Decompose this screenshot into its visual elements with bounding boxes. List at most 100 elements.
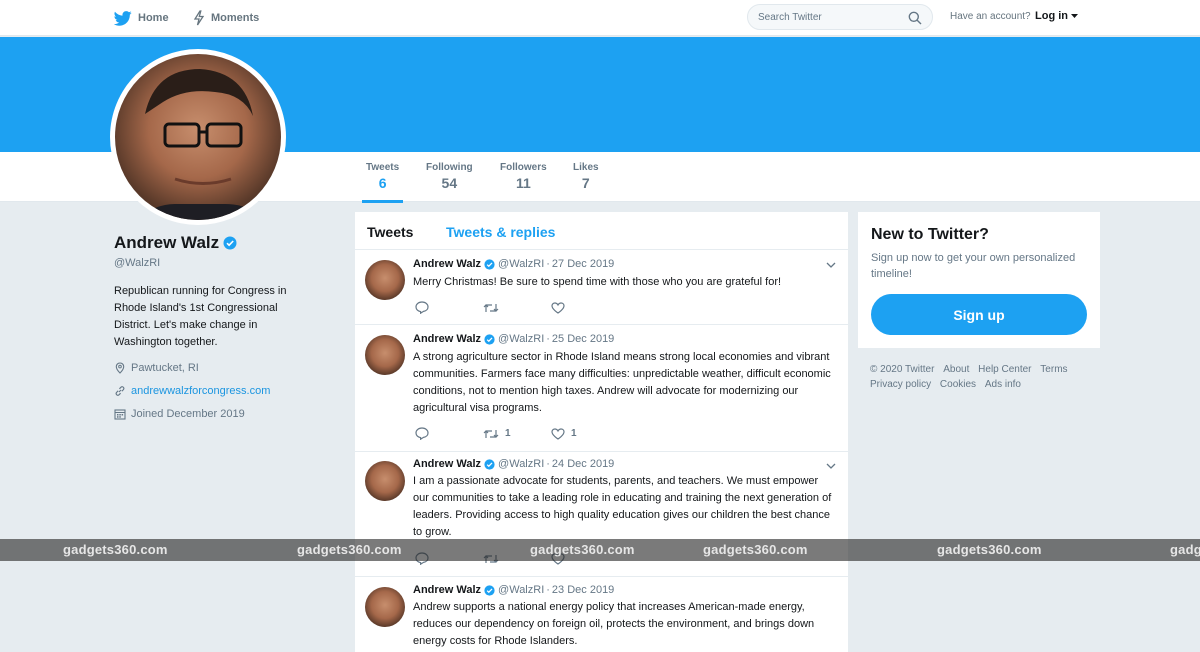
tweet-separator: · <box>546 333 550 345</box>
signup-subtitle: Sign up now to get your own personalized… <box>871 252 1076 280</box>
footer-links: © 2020 Twitter About Help Center Terms P… <box>870 362 1090 392</box>
heart-icon <box>551 427 565 440</box>
retweet-button[interactable] <box>483 302 551 314</box>
avatar-photo <box>115 54 281 220</box>
retweet-icon <box>483 429 499 438</box>
footer-link-about[interactable]: About <box>943 362 969 377</box>
tweet-actions <box>415 301 619 314</box>
watermark-text: gadgets360.com <box>63 542 168 557</box>
tweet-date[interactable]: 24 Dec 2019 <box>552 458 614 470</box>
watermark-text: gadgets360.com <box>530 542 635 557</box>
footer-link-terms[interactable]: Terms <box>1040 362 1067 377</box>
profile-name: Andrew Walz <box>114 233 237 253</box>
watermark-text: gadgets360.com <box>297 542 402 557</box>
chevron-down-icon[interactable] <box>826 262 836 269</box>
tweet-author-name[interactable]: Andrew Walz <box>413 333 481 345</box>
avatar-portrait-icon <box>135 69 265 220</box>
stat-tweets[interactable]: Tweets 6 <box>361 162 404 203</box>
timeline-tabs: Tweets Tweets & replies <box>355 212 848 250</box>
like-button[interactable] <box>551 301 619 314</box>
tweet-handle: @WalzRI <box>498 258 545 270</box>
search-icon[interactable] <box>908 11 922 25</box>
login-label: Log in <box>1035 10 1068 22</box>
stat-value: 11 <box>515 175 531 191</box>
joined-text: Joined December 2019 <box>131 408 245 420</box>
top-nav: Home Moments Have an account? Log in <box>0 0 1200 36</box>
heart-icon <box>551 301 565 314</box>
tweet-header: Andrew Walz @WalzRI · 25 Dec 2019 <box>413 333 614 345</box>
stat-likes[interactable]: Likes 7 <box>573 162 599 191</box>
caret-down-icon <box>1071 14 1079 18</box>
search-input[interactable] <box>758 11 898 23</box>
footer-link-help[interactable]: Help Center <box>978 362 1031 377</box>
tweet[interactable]: Andrew Walz @WalzRI · 27 Dec 2019 Merry … <box>355 250 848 325</box>
signup-card: New to Twitter? Sign up now to get your … <box>858 212 1100 348</box>
retweet-count: 1 <box>505 428 511 439</box>
profile-location: Pawtucket, RI <box>114 362 199 374</box>
tab-tweets-replies[interactable]: Tweets & replies <box>446 224 555 240</box>
profile-handle: @WalzRI <box>114 257 161 269</box>
tweet-actions: 1 1 <box>415 427 619 440</box>
stat-label: Likes <box>573 162 599 173</box>
stat-label: Followers <box>500 162 547 173</box>
tweet-header: Andrew Walz @WalzRI · 23 Dec 2019 <box>413 584 614 596</box>
footer-link-ads[interactable]: Ads info <box>985 377 1021 392</box>
stat-followers[interactable]: Followers 11 <box>500 162 547 191</box>
search-box[interactable] <box>747 4 933 30</box>
like-count: 1 <box>571 428 577 439</box>
footer-link-cookies[interactable]: Cookies <box>940 377 976 392</box>
tweet-avatar[interactable] <box>365 335 405 375</box>
location-text: Pawtucket, RI <box>131 362 199 374</box>
tweet-date[interactable]: 23 Dec 2019 <box>552 584 614 596</box>
tweet-handle: @WalzRI <box>498 333 545 345</box>
retweet-icon <box>483 303 499 312</box>
reply-icon <box>415 301 429 314</box>
location-pin-icon <box>115 362 125 374</box>
tweet-avatar[interactable] <box>365 260 405 300</box>
reply-button[interactable] <box>415 427 483 440</box>
nav-moments[interactable]: Moments <box>193 0 259 36</box>
profile-url[interactable]: andrewwalzforcongress.com <box>114 385 270 397</box>
signup-title: New to Twitter? <box>871 226 989 243</box>
have-account-text: Have an account? <box>950 11 1031 22</box>
nav-moments-label: Moments <box>211 12 260 24</box>
tweet-header: Andrew Walz @WalzRI · 27 Dec 2019 <box>413 258 614 270</box>
chevron-down-icon[interactable] <box>826 463 836 470</box>
verified-badge-icon <box>484 584 495 596</box>
tweet[interactable]: Andrew Walz @WalzRI · 25 Dec 2019 A stro… <box>355 325 848 452</box>
profile-avatar[interactable] <box>110 49 286 225</box>
stat-label: Tweets <box>366 162 400 173</box>
login-link[interactable]: Log in <box>1035 10 1079 22</box>
retweet-button[interactable]: 1 <box>483 428 551 440</box>
tweet-date[interactable]: 27 Dec 2019 <box>552 258 614 270</box>
watermark-text: gadg <box>1170 542 1200 557</box>
url-text[interactable]: andrewwalzforcongress.com <box>131 385 270 397</box>
tweet-author-name[interactable]: Andrew Walz <box>413 258 481 270</box>
tweet-separator: · <box>546 458 550 470</box>
tweet-text: Andrew supports a national energy policy… <box>413 601 815 647</box>
like-button[interactable]: 1 <box>551 427 619 440</box>
tweet-author-name[interactable]: Andrew Walz <box>413 458 481 470</box>
tweet-date[interactable]: 25 Dec 2019 <box>552 333 614 345</box>
footer-copyright: © 2020 Twitter <box>870 364 935 375</box>
tweet-avatar[interactable] <box>365 461 405 501</box>
reply-icon <box>415 427 429 440</box>
stat-following[interactable]: Following 54 <box>426 162 473 191</box>
reply-button[interactable] <box>415 301 483 314</box>
profile-joined: Joined December 2019 <box>114 408 245 420</box>
nav-home[interactable]: Home <box>114 0 169 36</box>
tweet-text: Merry Christmas! Be sure to spend time w… <box>413 276 782 288</box>
stat-value: 7 <box>581 175 590 191</box>
tweet-author-name[interactable]: Andrew Walz <box>413 584 481 596</box>
footer-link-privacy[interactable]: Privacy policy <box>870 377 931 392</box>
stat-label: Following <box>426 162 473 173</box>
tweet[interactable]: Andrew Walz @WalzRI · 23 Dec 2019 Andrew… <box>355 577 848 652</box>
verified-badge-icon <box>484 458 495 470</box>
signup-button[interactable]: Sign up <box>871 294 1087 335</box>
link-icon <box>115 386 125 396</box>
tweet-separator: · <box>546 584 550 596</box>
tab-tweets[interactable]: Tweets <box>367 224 413 240</box>
verified-badge-icon <box>484 258 495 270</box>
tweet-avatar[interactable] <box>365 587 405 627</box>
watermark-strip: gadgets360.com gadgets360.com gadgets360… <box>0 539 1200 561</box>
